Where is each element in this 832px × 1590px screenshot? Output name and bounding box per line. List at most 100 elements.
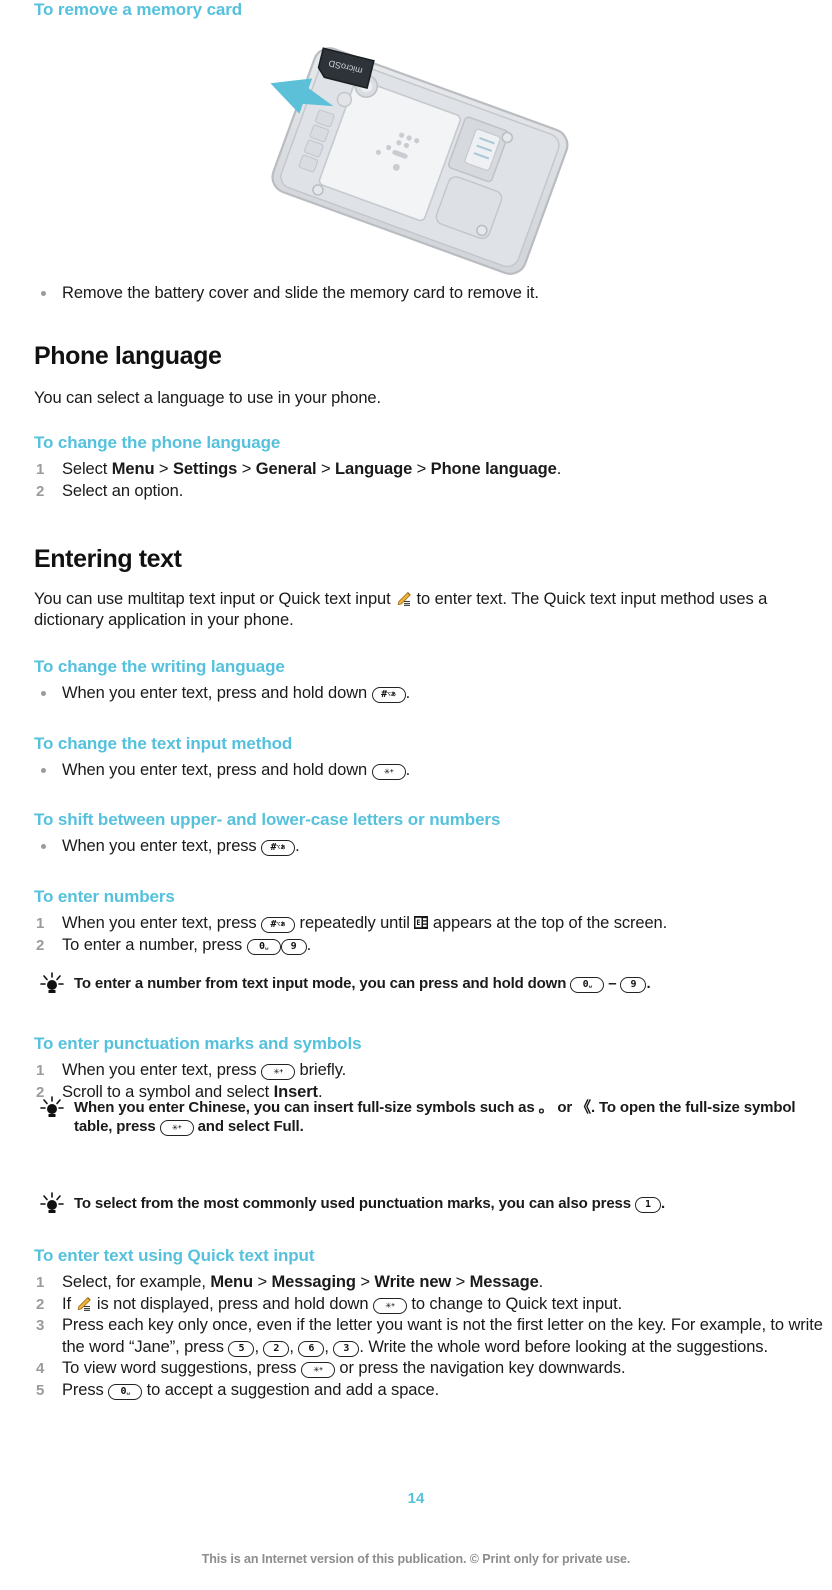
hash-key: #⌥ぁ [261,840,296,856]
nine-key: 9 [280,938,307,955]
emphasis-text: Full [273,1118,300,1135]
star-key: ✳+ [300,1362,335,1378]
tip-text: To enter a number from text input mode, … [74,975,651,993]
phone-back-illustration: microSD [270,47,569,275]
zero-key: 0␣ [246,938,281,955]
tip-lightbulb-icon [39,1096,65,1120]
procedure-quick-text-input: To enter text using Quick text input Sel… [34,1246,824,1401]
zero-key-secondary-label: ␣ [264,942,269,950]
two-key: 2 [263,1340,290,1357]
path-separator: > [253,1273,272,1291]
five-key: 5 [228,1340,255,1357]
section-phone-language: Phone language [34,342,798,371]
tip-lightbulb-icon [39,972,65,996]
emphasis-text: Menu [111,460,155,478]
entering-text-intro: You can use multitap text input or Quick… [34,590,768,629]
hash-key: #⌥ぁ [371,687,406,703]
procedure-shift-case: To shift between upper- and lower-case l… [34,810,824,857]
tip-common-punctuation: To select from the most commonly used pu… [34,1192,824,1213]
procedure-change-writing-language: To change the writing language When you … [34,657,798,704]
page-number: 14 [407,1490,425,1507]
section-heading-phone-language: Phone language [34,342,222,370]
star-key: ✳+ [261,1064,296,1080]
step-item: Press 0␣ to accept a suggestion and add … [36,1380,440,1401]
emphasis-text: Write new [374,1273,452,1291]
emphasis-text: Message [469,1273,539,1291]
emphasis-text: General [255,460,317,478]
steps-quick-text-input: Select, for example, Menu > Messaging > … [34,1272,824,1401]
star-key-secondary-label: + [389,768,394,775]
steps-enter-numbers: When you enter text, press #⌥ぁ repeatedl… [34,913,824,956]
phone-language-intro: You can select a language to use in your… [34,389,381,407]
list-item: When you enter text, press and hold down… [34,683,798,704]
section-remove-memory-card: To remove a memory card [34,0,798,20]
footer-disclaimer: This is an Internet version of this publ… [201,1552,631,1566]
star-key-secondary-label: + [319,1366,323,1373]
zero-key-secondary-label: ␣ [126,1387,131,1395]
three-key: 3 [333,1340,360,1357]
nine-key: 9 [620,977,647,993]
step-item: Select, for example, Menu > Messaging > … [36,1272,544,1293]
hash-key-secondary-label: ⌥ぁ [276,844,286,851]
emphasis-text: Menu [210,1273,253,1291]
zero-key: 0␣ [108,1383,143,1400]
bullet-list-remove-memory-card: Remove the battery cover and slide the m… [34,283,798,304]
one-key: 1 [634,1197,661,1213]
procedure-heading-enter-punctuation: To enter punctuation marks and symbols [34,1034,362,1053]
emphasis-text: Language [335,460,413,478]
path-separator: > [412,460,431,478]
path-separator: > [316,460,336,478]
steps-change-phone-language: Select Menu > Settings > General > Langu… [34,459,798,502]
zero-key: 0␣ [570,977,605,993]
hash-key: #⌥ぁ [261,917,296,933]
tip-enter-number-from-text-mode: To enter a number from text input mode, … [34,972,814,996]
path-separator: > [237,460,256,478]
section-heading-entering-text: Entering text [34,545,182,573]
pencil-icon [395,591,412,606]
hash-key-secondary-label: ⌥ぁ [276,921,286,928]
star-key: ✳+ [159,1120,194,1136]
pencil-icon [75,1296,92,1311]
star-key: ✳+ [371,764,406,780]
hash-key-secondary-label: ⌥ぁ [387,691,397,698]
procedure-heading-remove-memory-card: To remove a memory card [34,0,243,19]
star-key-secondary-label: + [391,1301,395,1309]
list-item: Remove the battery cover and slide the m… [34,283,798,304]
emphasis-text: Phone language [430,460,557,478]
procedure-heading-change-writing-language: To change the writing language [34,657,285,676]
star-key-secondary-label: + [177,1124,182,1131]
tip-text: When you enter Chinese, you can insert f… [74,1099,796,1136]
emphasis-text: Messaging [271,1273,356,1291]
section-entering-text: Entering text [34,545,798,574]
step-item: Select an option. [36,481,184,502]
path-separator: > [154,460,173,478]
path-separator: > [355,1273,375,1291]
procedure-heading-shift-case: To shift between upper- and lower-case l… [34,810,501,829]
step-item: Press each key only once, even if the le… [36,1315,823,1357]
list-item: When you enter text, press and hold down… [34,760,798,781]
step-item: Select Menu > Settings > General > Langu… [36,459,562,480]
path-separator: > [451,1273,470,1291]
star-key-secondary-label: + [279,1068,283,1075]
list-item: When you enter text, press #⌥ぁ. [34,836,824,857]
star-key: ✳+ [372,1297,407,1314]
tip-text: To select from the most commonly used pu… [74,1195,665,1213]
procedure-enter-punctuation: To enter punctuation marks and symbols W… [34,1034,824,1103]
emphasis-text: Settings [172,460,238,478]
procedure-change-text-input-method: To change the text input method When you… [34,734,798,781]
step-item: When you enter text, press ✳+ briefly. [36,1060,347,1081]
steps-enter-punctuation: When you enter text, press ✳+ briefly. S… [34,1060,824,1103]
step-item: If is not displayed, press and hold down… [36,1294,623,1315]
step-item: When you enter text, press #⌥ぁ repeatedl… [36,913,668,934]
procedure-change-phone-language: To change the phone language Select Menu… [34,433,798,502]
procedure-heading-quick-text-input: To enter text using Quick text input [34,1246,315,1265]
tip-chinese-full-size-symbols: When you enter Chinese, you can insert f… [34,1096,830,1136]
step-item: To enter a number, press 0␣ 9. [36,935,312,956]
manual-page: To remove a memory card microSD Remove t… [0,0,832,1590]
procedure-enter-numbers: To enter numbers When you enter text, pr… [34,887,824,956]
step-item: To view word suggestions, press ✳+ or pr… [36,1358,626,1379]
procedure-heading-change-phone-language: To change the phone language [34,433,281,452]
procedure-heading-change-text-input-method: To change the text input method [34,734,293,753]
numeric-mode-icon [414,914,429,929]
six-key: 6 [298,1340,325,1357]
